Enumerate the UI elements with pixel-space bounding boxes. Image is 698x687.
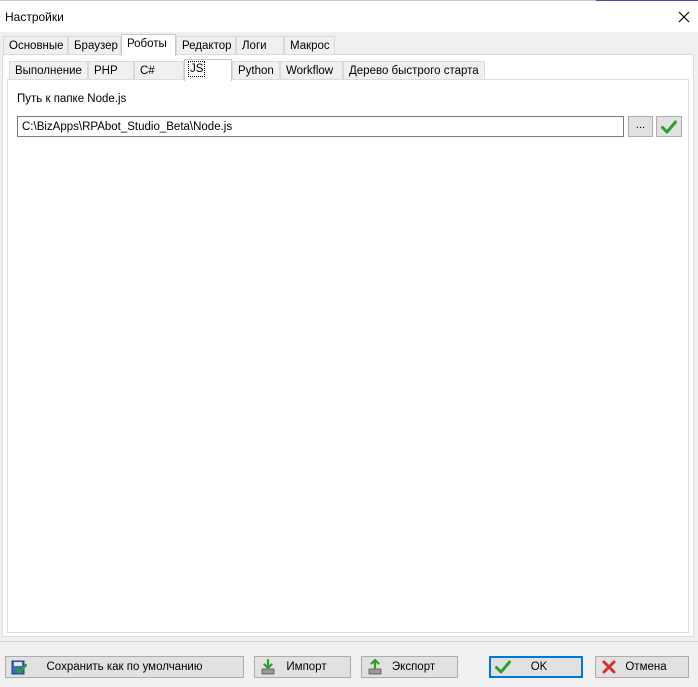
export-button[interactable]: Экспорт [361,656,458,678]
tab-logi[interactable]: Логи [236,36,284,55]
tab-brauzer[interactable]: Браузер [68,36,121,55]
checkmark-icon [495,660,511,674]
subtab-quickstart-tree[interactable]: Дерево быстрого старта [343,61,485,80]
checkmark-icon [661,120,677,133]
tab-makros[interactable]: Макрос [284,36,335,55]
title-bar: Настройки [0,1,698,32]
tab-label: Макрос [290,40,330,52]
tab-roboty[interactable]: Роботы [121,34,176,56]
import-icon [261,659,275,675]
nodejs-path-input[interactable] [17,116,624,137]
tab-label: Workflow [286,65,334,77]
save-as-default-label: Сохранить как по умолчанию [46,661,203,673]
tab-label: Браузер [74,40,118,52]
browse-button[interactable]: ... [628,116,653,137]
import-button[interactable]: Импорт [254,656,351,678]
tab-label: Логи [242,40,267,52]
apply-path-button[interactable] [656,116,682,137]
ok-button[interactable]: OK [489,656,583,678]
cancel-x-icon [602,660,616,674]
footer-separator [0,641,698,642]
tab-label: Дерево быстрого старта [349,65,479,77]
tab-label: JS [187,61,206,77]
tab-label: Роботы [127,38,167,50]
tab-label: Python [238,65,274,77]
tab-label: C# [140,65,155,77]
tab-osnovnye[interactable]: Основные [3,36,68,55]
subtab-csharp[interactable]: C# [134,61,184,80]
nodejs-path-label: Путь к папке Node.js [17,93,127,105]
subtab-python[interactable]: Python [232,61,280,80]
close-button[interactable] [670,3,698,31]
close-icon [678,11,690,23]
js-tab-panel [7,79,689,633]
tab-label: Основные [9,40,64,52]
cancel-button[interactable]: Отмена [595,656,689,678]
subtab-js[interactable]: JS [184,59,232,81]
export-icon [368,659,382,675]
tab-label: PHP [94,65,118,77]
window-title: Настройки [5,10,64,24]
tab-label: Редактор [182,40,232,52]
subtab-php[interactable]: PHP [88,61,134,80]
subtab-workflow[interactable]: Workflow [280,61,343,80]
save-default-icon [11,660,27,675]
tab-label: Выполнение [15,65,82,77]
save-as-default-button[interactable]: Сохранить как по умолчанию [5,656,244,678]
tab-redaktor[interactable]: Редактор [176,36,236,55]
subtab-vypolnenie[interactable]: Выполнение [9,61,88,80]
